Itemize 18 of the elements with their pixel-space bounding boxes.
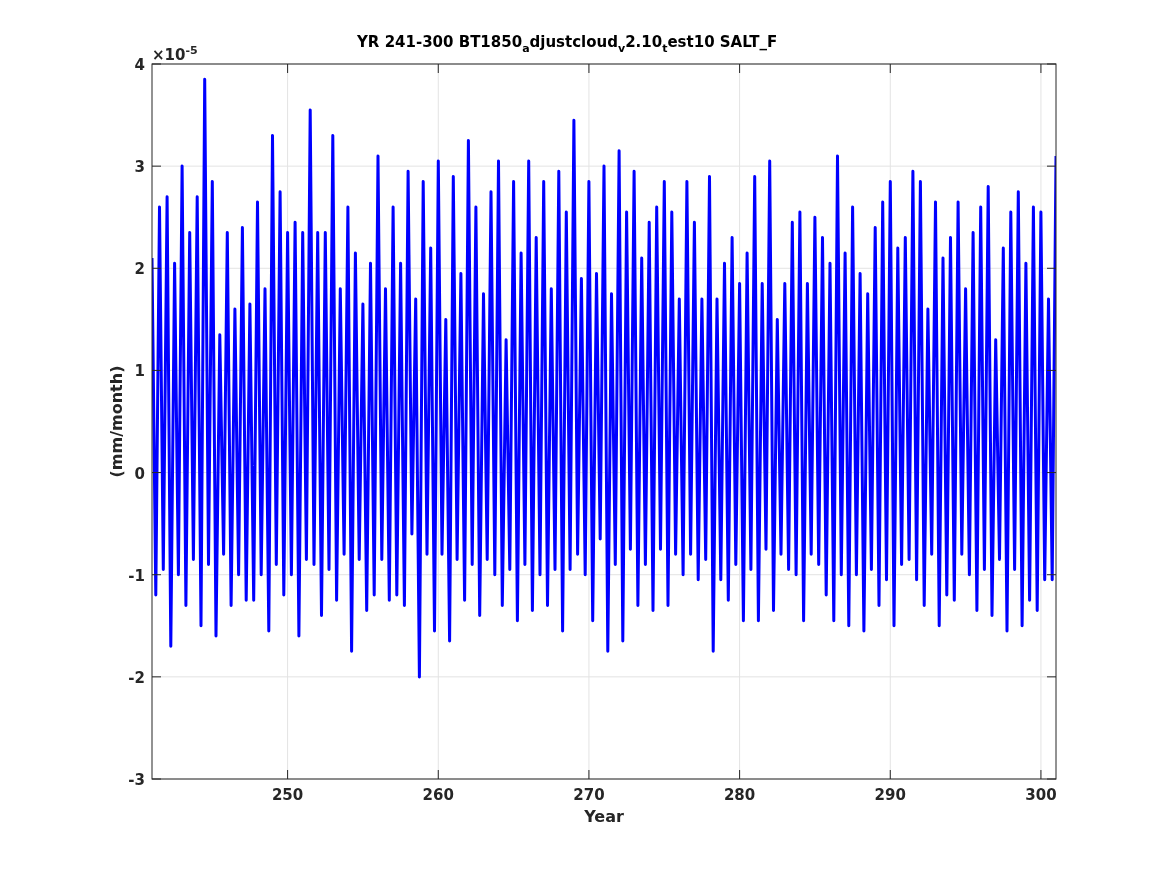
- x-tick-label: 280: [723, 786, 756, 804]
- x-tick-label: 290: [874, 786, 906, 804]
- y-tick-label: 0: [134, 464, 145, 483]
- y-tick-label: -2: [128, 668, 145, 687]
- x-tick-label: 270: [573, 786, 605, 804]
- y-tick-label: 3: [134, 158, 145, 177]
- y-tick-label: 2: [134, 260, 145, 279]
- y-tick-label: -1: [128, 566, 145, 585]
- chart-title: YR 241-300 BT1850$_{a}$djustcloud$_{v}$2.10$_{t}$est10 SALT_F: [357, 32, 778, 57]
- axis-exponent: ×10$^{-5}$: [152, 43, 198, 64]
- y-tick-label: 1: [134, 362, 145, 381]
- x-tick-label: 260: [422, 786, 454, 804]
- y-tick-label: -3: [128, 771, 145, 789]
- y-tick-label: 4: [134, 56, 145, 74]
- y-axis-label: (mm/month): [107, 365, 126, 478]
- x-axis-label: Year: [584, 807, 624, 826]
- x-tick-label: 300: [1025, 786, 1057, 804]
- x-tick-label: 250: [271, 786, 304, 804]
